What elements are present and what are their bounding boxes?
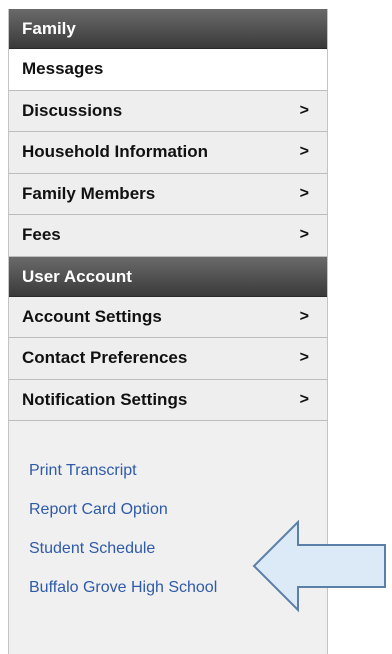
nav-item-label: Account Settings (22, 306, 162, 326)
nav-item-discussions[interactable]: Discussions > (9, 90, 327, 132)
nav-item-label: Messages (22, 59, 104, 79)
section-header-family: Family (9, 9, 327, 49)
chevron-right-icon: > (299, 307, 309, 325)
left-arrow-icon (252, 519, 386, 613)
chevron-right-icon: > (299, 349, 309, 367)
link-print-transcript[interactable]: Print Transcript (29, 459, 327, 483)
nav-item-family-members[interactable]: Family Members > (9, 173, 327, 215)
nav-item-label: Household Information (22, 142, 209, 162)
nav-item-contact-preferences[interactable]: Contact Preferences > (9, 338, 327, 380)
chevron-right-icon: > (299, 226, 309, 244)
chevron-right-icon: > (299, 143, 309, 161)
chevron-right-icon: > (299, 390, 309, 408)
nav-item-messages[interactable]: Messages (9, 49, 327, 91)
section-header-user-account: User Account (9, 256, 327, 297)
nav-item-label: Discussions (22, 100, 123, 120)
nav-item-label: Notification Settings (22, 389, 188, 409)
nav-item-notification-settings[interactable]: Notification Settings > (9, 379, 327, 421)
nav-item-account-settings[interactable]: Account Settings > (9, 296, 327, 338)
left-arrow-shape (252, 519, 386, 613)
nav-item-label: Fees (22, 225, 61, 245)
nav-item-household-information[interactable]: Household Information > (9, 132, 327, 174)
nav-item-label: Contact Preferences (22, 348, 188, 368)
nav-item-fees[interactable]: Fees > (9, 215, 327, 257)
chevron-right-icon: > (299, 184, 309, 202)
chevron-right-icon: > (299, 101, 309, 119)
nav-item-label: Family Members (22, 183, 156, 203)
